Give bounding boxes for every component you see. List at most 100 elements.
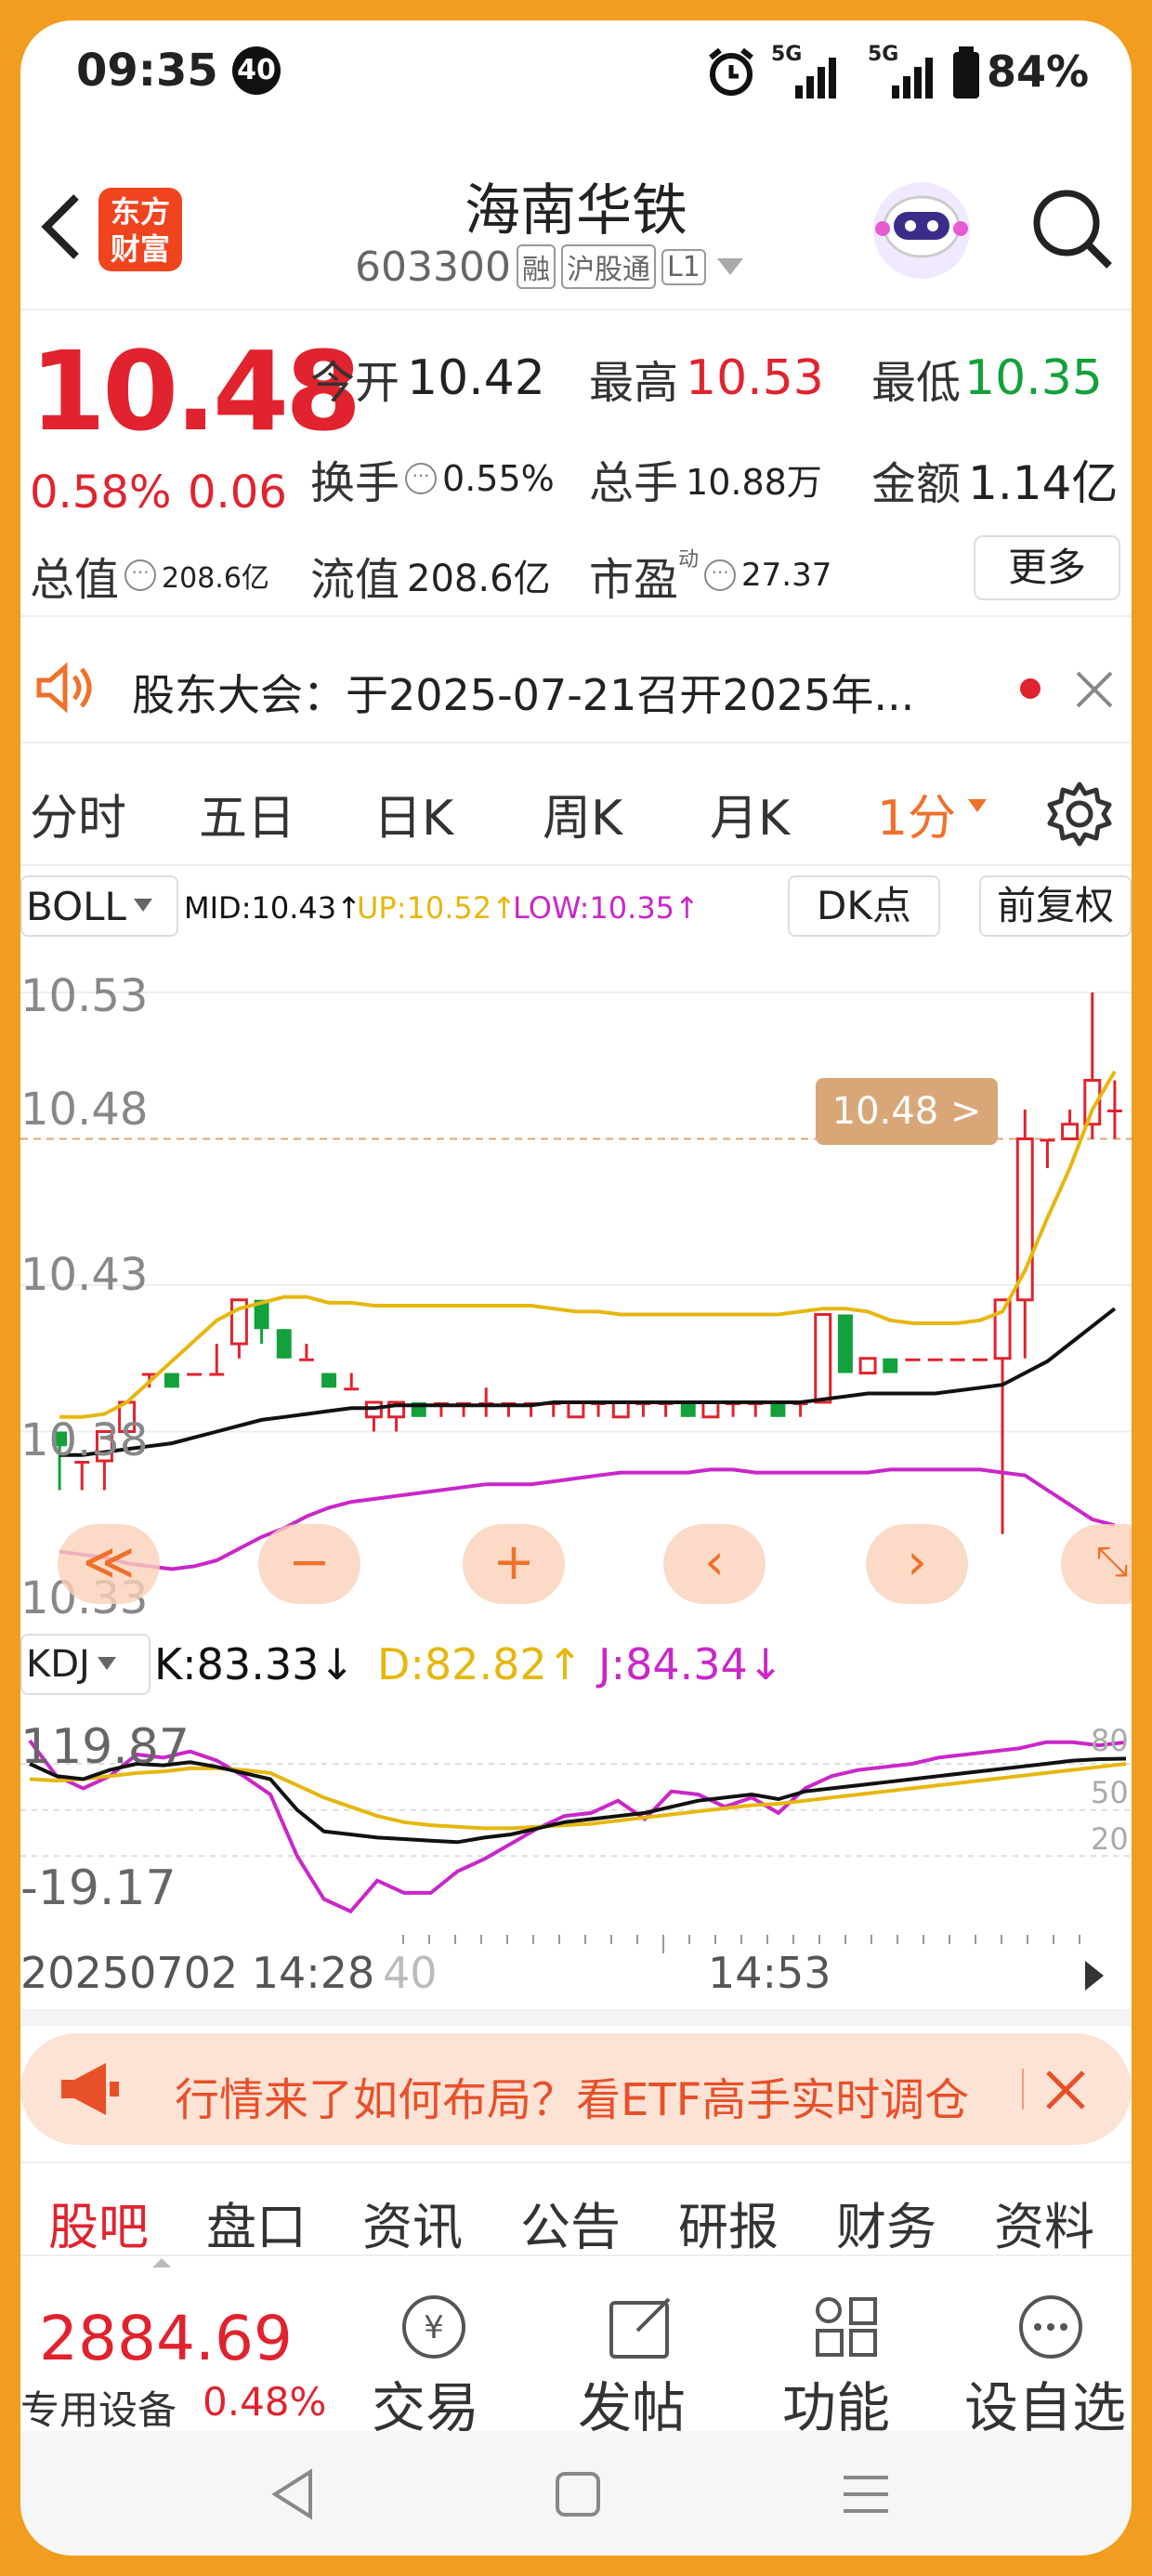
stock-code-row[interactable]: 603300 融 沪股通 L1 [355,243,747,291]
close-icon[interactable] [1042,2067,1089,2113]
nav-home-icon[interactable] [552,2468,604,2520]
time-start-label: 20250702 14:28 [20,1948,375,1998]
play-forward-icon[interactable] [1076,1953,1113,1998]
expand-icon[interactable]: ⤡ [1061,1524,1132,1604]
candle-body [611,1400,630,1419]
ad-banner[interactable]: 行情来了如何布局？看ETF高手实时调仓 [20,2033,1132,2145]
badge-hk-connect: 沪股通 [560,244,656,289]
scroll-right-button[interactable]: › [866,1524,968,1604]
candle-body [883,1358,898,1373]
open-field: 今开 10.42 [310,346,545,411]
time-axis: 20250702 14:28 40 14:53 [20,1935,1132,2009]
kdj-name: KDJ [26,1643,90,1686]
float-value: 208.6亿 [407,558,551,600]
robot-assistant-icon[interactable] [868,177,975,284]
divider [20,2162,1132,2163]
candle-body [567,1400,585,1419]
battery-percent: 84% [987,46,1090,97]
adjust-price-button[interactable]: 前复权 [979,875,1132,937]
pe-sup: 动 [678,548,700,572]
candle-body [344,1387,360,1391]
info-dots-icon[interactable]: ··· [704,559,737,591]
candle-body [814,1313,832,1404]
turnover-label: 换手 [310,457,400,509]
info-dots-icon[interactable]: ··· [405,463,438,494]
search-icon[interactable] [1028,184,1117,273]
candle-body [770,1402,786,1417]
candle-body [1061,1123,1080,1140]
candle-body [321,1373,337,1388]
index-name: 专用设备 [20,2387,177,2433]
turnover-field: 换手 ··· 0.55% [310,446,555,511]
more-button[interactable]: 更多 [974,535,1120,600]
ad-text: 行情来了如何布局？看ETF高手实时调仓 [175,2074,970,2126]
tab-news[interactable]: 资讯 [362,2186,463,2259]
kdj-chart-area[interactable]: 119.87 -19.17 80 50 20 [20,1684,1132,1935]
nav-back-icon[interactable] [268,2466,320,2522]
candle-body [209,1373,225,1376]
divider [20,864,1132,866]
dk-point-button[interactable]: DK点 [788,875,940,937]
divider [20,615,1132,617]
signal-icon-1 [795,58,836,99]
tab-finance[interactable]: 财务 [836,2186,936,2259]
kline-chart[interactable] [20,946,1132,1624]
scroll-first-button[interactable]: ≪ [58,1524,160,1604]
megaphone-icon [61,2063,119,2115]
tab-daily-k[interactable]: 日K [373,779,453,848]
amount-value: 1.14亿 [968,456,1119,510]
kdj-level-50: 50 [1091,1775,1129,1810]
tab-orderbook[interactable]: 盘口 [206,2186,307,2259]
gear-icon[interactable] [1044,779,1115,849]
notice-bar[interactable]: 股东大会：于2025-07-21召开2025年... [20,634,1132,736]
indicator-name: BOLL [26,883,126,929]
zoom-in-button[interactable]: + [463,1524,565,1604]
candle-body [905,1358,921,1361]
low-value: 10.35 [964,350,1103,406]
info-dots-icon[interactable]: ··· [124,559,157,591]
mktcap-value: 208.6亿 [162,562,269,595]
tab-1-minute[interactable]: 1分 [877,779,956,848]
tab-weekly-k[interactable]: 周K [543,779,622,848]
candle-body [701,1400,720,1419]
candle-body [858,1357,877,1374]
pe-label: 市盈 [589,554,679,606]
tab-monthly-k[interactable]: 月K [710,779,790,848]
kdj-d-value: D:82.82↑ [377,1639,583,1689]
tab-intraday[interactable]: 分时 [30,779,126,848]
candle-body [276,1329,292,1359]
boll-mid-line [59,1307,1117,1457]
volume-value: 10.88万 [686,461,822,503]
tab-five-day[interactable]: 五日 [199,779,295,848]
badge-level: L1 [661,248,706,285]
close-icon[interactable] [1074,669,1115,710]
kdj-j-value: J:84.34↓ [598,1639,784,1689]
tab-profile[interactable]: 资料 [994,2186,1094,2259]
kdj-k-line [29,1756,1127,1845]
high-value: 10.53 [686,350,824,406]
candle-body [187,1373,203,1376]
tab-forum[interactable]: 股吧 [48,2186,149,2259]
candle-body [972,1358,988,1361]
tab-research[interactable]: 研报 [678,2186,779,2259]
zoom-out-button[interactable]: − [258,1524,360,1604]
divider [20,309,1132,310]
current-price-tag[interactable]: 10.48 > [816,1078,998,1145]
more-dots-icon [1019,2295,1082,2359]
boll-low-value: LOW:10.35↑ [513,890,700,926]
candle-body [949,1358,965,1361]
quote-panel: 10.48 0.58% 0.06 今开 10.42 最高 10.53 最低 10.35… [20,327,1132,624]
high-field: 最高 10.53 [589,346,824,411]
pe-value: 27.37 [741,557,832,594]
low-label: 最低 [871,357,962,409]
tab-announcements[interactable]: 公告 [520,2186,621,2259]
post-edit-icon [609,2297,671,2359]
index-value[interactable]: 2884.69 [39,2303,293,2374]
scroll-left-button[interactable]: ‹ [663,1524,766,1604]
nav-menu-icon[interactable] [838,2468,894,2520]
boll-mid-value: MID:10.43↑ [184,890,361,926]
kline-chart-area[interactable]: 10.53 10.48 10.43 10.38 10.33 10.48 > ≪ … [20,946,1132,1624]
boll-up-value: UP:10.52↑ [357,890,517,926]
boll-selector[interactable]: BOLL [20,875,178,937]
amount-field: 金额 1.14亿 [871,446,1118,513]
